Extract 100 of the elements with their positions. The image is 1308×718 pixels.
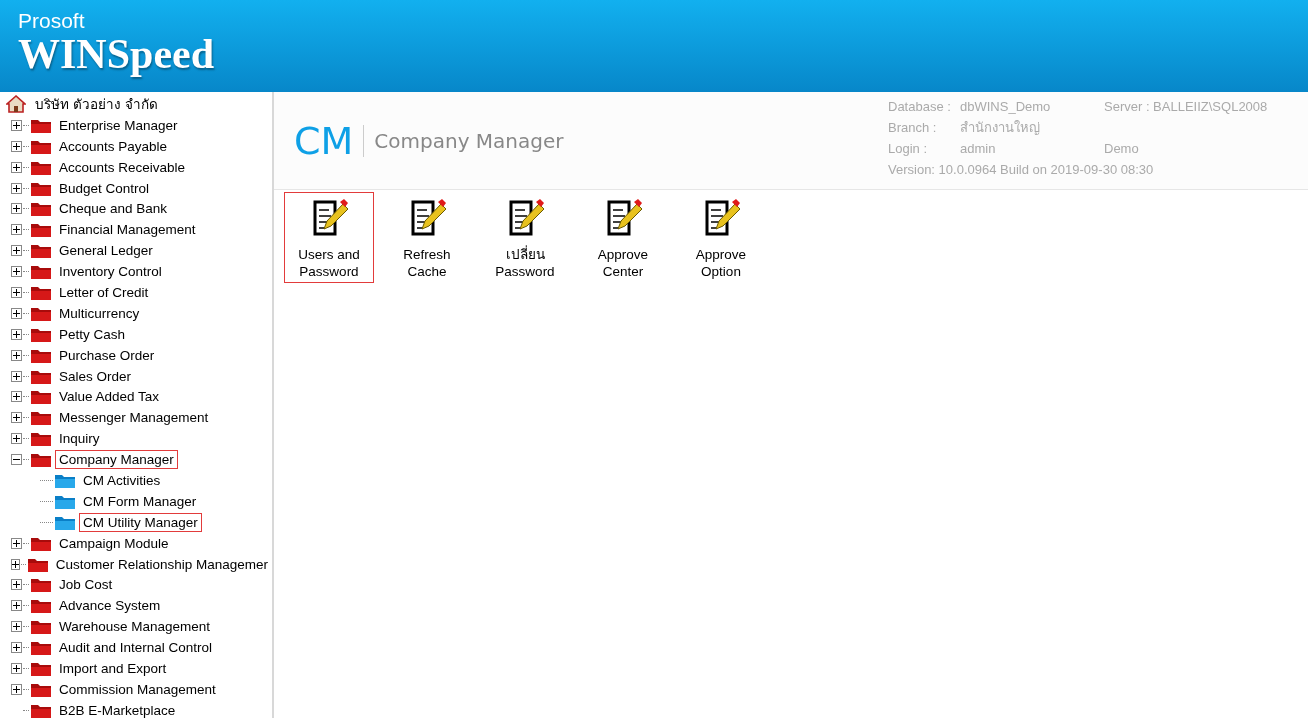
tree-item[interactable]: Job Cost <box>55 575 117 595</box>
expander-icon[interactable] <box>11 307 22 319</box>
folder-icon <box>31 264 51 280</box>
tool-button[interactable]: เปลี่ยน Password <box>480 192 570 283</box>
expander-icon[interactable] <box>11 391 22 403</box>
info-value: dbWINS_Demo <box>960 99 1052 114</box>
expander-icon[interactable] <box>11 203 22 215</box>
tree-item[interactable]: Sales Order <box>55 366 136 386</box>
expander-icon[interactable] <box>11 663 22 674</box>
info-label: Branch : <box>888 120 938 135</box>
tree-item[interactable]: CM Utility Manager <box>79 512 202 532</box>
expander-icon[interactable] <box>11 600 22 612</box>
tree-item[interactable]: B2B E-Marketplace <box>55 700 180 718</box>
expander-icon[interactable] <box>11 349 22 361</box>
expander-icon[interactable] <box>11 286 22 298</box>
expander-icon[interactable] <box>11 433 22 445</box>
folder-icon <box>31 661 51 676</box>
info-label: Database : <box>888 99 952 114</box>
tree-item[interactable]: Import and Export <box>55 659 171 678</box>
tree-item[interactable]: Company Manager <box>55 450 178 470</box>
expander-icon[interactable] <box>11 266 22 278</box>
tree-item[interactable]: Financial Management <box>55 220 200 240</box>
folder-icon <box>31 619 51 635</box>
folder-icon <box>31 222 51 238</box>
expander-icon[interactable] <box>11 412 22 424</box>
folder-icon <box>31 410 51 426</box>
folder-icon <box>31 117 51 133</box>
folder-icon <box>31 201 51 217</box>
folder-icon <box>31 681 51 697</box>
tree-item[interactable]: Multicurrency <box>55 303 144 323</box>
folder-icon <box>31 640 51 656</box>
tree-item[interactable]: CM Form Manager <box>79 491 201 511</box>
info-value: Server : BALLEIIZ\SQL2008 <box>1104 99 1269 114</box>
folder-icon <box>31 159 51 175</box>
tree-item[interactable]: Enterprise Manager <box>55 115 182 135</box>
tool-button[interactable]: Users and Password <box>284 192 374 283</box>
expander-icon[interactable] <box>11 454 22 466</box>
folder-icon <box>27 556 48 572</box>
folder-icon <box>31 180 51 196</box>
folder-icon <box>31 431 51 447</box>
folder-icon <box>31 284 51 300</box>
folder-icon <box>31 389 51 405</box>
tree-item[interactable]: Customer Relationship Managemer <box>51 554 272 574</box>
expander-icon[interactable] <box>11 537 22 549</box>
expander-icon[interactable] <box>11 182 22 194</box>
brand-logo: WINSpeed <box>18 32 215 76</box>
tree-item[interactable]: Campaign Module <box>55 533 173 553</box>
tree-item[interactable]: Commission Management <box>55 679 220 699</box>
tree-item[interactable]: Inventory Control <box>55 262 166 282</box>
folder-icon <box>31 452 51 468</box>
tree-item[interactable]: Warehouse Management <box>55 617 215 637</box>
info-value: Demo <box>1104 141 1140 156</box>
folder-icon <box>31 577 51 593</box>
tree-item[interactable]: Petty Cash <box>55 324 130 344</box>
info-value: admin <box>960 141 997 156</box>
folder-icon <box>31 347 51 363</box>
folder-icon <box>31 702 51 718</box>
folder-icon <box>55 514 75 530</box>
module-code: CM <box>294 118 354 163</box>
folder-icon <box>55 472 75 488</box>
tree-item[interactable]: Advance System <box>55 596 165 616</box>
tree-item[interactable]: Letter of Credit <box>55 282 153 302</box>
tool-button[interactable]: Refresh Cache <box>382 192 472 283</box>
folder-icon <box>55 493 75 509</box>
expander-icon[interactable] <box>11 683 22 695</box>
expander-icon[interactable] <box>11 579 22 591</box>
folder-icon <box>31 368 51 384</box>
expander-icon[interactable] <box>11 140 22 152</box>
info-label: Login : <box>888 141 929 156</box>
tree-item[interactable]: General Ledger <box>55 241 157 261</box>
tree-item[interactable]: Audit and Internal Control <box>55 638 217 658</box>
tree-item[interactable]: Messenger Management <box>55 408 213 428</box>
expander-icon[interactable] <box>11 224 22 236</box>
folder-icon <box>31 598 51 614</box>
expander-icon[interactable] <box>11 245 22 257</box>
folder-icon <box>31 243 51 259</box>
tree-item[interactable]: CM Activities <box>79 470 165 490</box>
tool-button[interactable]: Approve Option <box>676 192 766 283</box>
folder-icon <box>31 138 51 154</box>
tree-item[interactable]: Accounts Receivable <box>55 157 190 177</box>
tree-item[interactable]: Purchase Order <box>55 345 159 365</box>
expander-icon[interactable] <box>11 621 22 633</box>
tree-item[interactable]: Inquiry <box>55 429 104 449</box>
brand-subtitle: Prosoft <box>18 10 85 32</box>
info-value: สำนักงานใหญ่ <box>960 119 1041 137</box>
expander-icon[interactable] <box>11 558 20 570</box>
tree-item[interactable]: Accounts Payable <box>55 136 172 156</box>
expander-icon[interactable] <box>11 161 22 173</box>
module-title: Company Manager <box>374 128 564 153</box>
house-icon <box>6 95 26 114</box>
expander-icon[interactable] <box>11 642 22 654</box>
version-text: Version: 10.0.0964 Build on 2019-09-30 08:30 <box>888 162 1155 177</box>
tool-button[interactable]: Approve Center <box>578 192 668 283</box>
expander-icon[interactable] <box>11 370 22 382</box>
tree-item[interactable]: Cheque and Bank <box>55 199 172 219</box>
expander-icon[interactable] <box>11 328 22 340</box>
tree-item[interactable]: บริษัท ตัวอย่าง จำกัด <box>31 94 162 114</box>
expander-icon[interactable] <box>11 119 22 131</box>
tree-item[interactable]: Budget Control <box>55 178 154 198</box>
tree-item[interactable]: Value Added Tax <box>55 387 164 407</box>
